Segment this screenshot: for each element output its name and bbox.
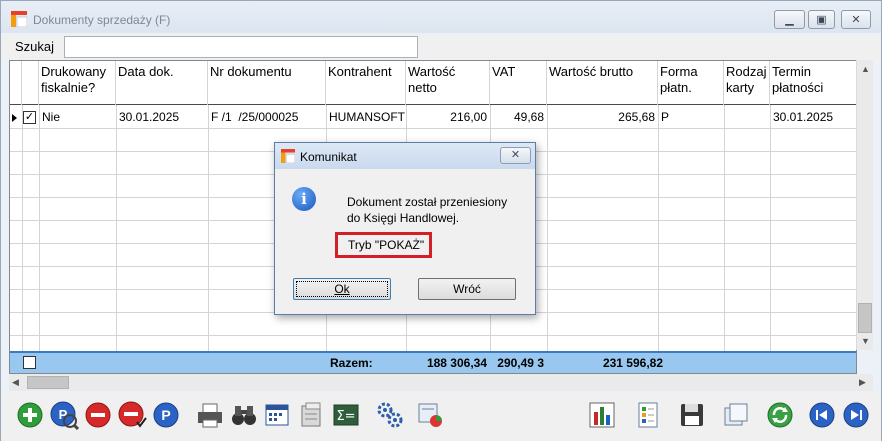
col-number[interactable]: Nr dokumentu [208, 61, 326, 105]
col-payment[interactable]: Forma płatn. [658, 61, 724, 105]
message-line-1: Dokument został przeniesiony [347, 195, 508, 209]
cell-contractor: HUMANSOFT [329, 110, 405, 124]
totals-label: Razem: [330, 356, 373, 370]
app-logo-icon [11, 11, 27, 27]
scroll-up-icon[interactable]: ▲ [861, 64, 870, 74]
cell-vat: 49,68 [513, 110, 544, 124]
search-input[interactable] [64, 36, 418, 58]
ok-button[interactable]: Ok [293, 278, 391, 300]
scroll-left-icon[interactable]: ◀ [12, 377, 19, 388]
binoculars-icon[interactable] [229, 400, 259, 430]
col-card[interactable]: Rodzaj karty [724, 61, 770, 105]
close-button[interactable]: ✕ [841, 10, 871, 29]
horizontal-scroll-thumb[interactable] [27, 376, 69, 389]
window-title: Dokumenty sprzedaży (F) [33, 13, 171, 27]
document-list-icon[interactable] [633, 400, 663, 430]
scroll-right-icon[interactable]: ▶ [859, 377, 866, 388]
add-icon[interactable] [15, 400, 45, 430]
maximize-icon: ▣ [816, 14, 827, 26]
minimize-button[interactable]: ▁ [774, 10, 805, 29]
vertical-scroll-thumb[interactable] [858, 303, 872, 333]
col-contractor[interactable]: Kontrahent [326, 61, 406, 105]
view-icon[interactable]: P [49, 400, 79, 430]
dialog-title: Komunikat [300, 150, 357, 164]
row-checkbox[interactable]: ✓ [23, 111, 36, 124]
col-select [22, 61, 39, 105]
bottom-toolbar: P P Σ= [1, 393, 881, 441]
cell-due: 30.01.2025 [773, 110, 834, 124]
cell-payment: P [661, 110, 670, 124]
horizontal-scrollbar[interactable]: ◀ ▶ [9, 374, 873, 391]
title-bar: Dokumenty sprzedaży (F) ▁ ▣ ✕ [1, 1, 881, 33]
dialog-close-button[interactable]: ✕ [500, 147, 531, 164]
chart-icon[interactable] [587, 400, 617, 430]
app-logo-icon [281, 149, 295, 163]
save-icon[interactable] [677, 400, 707, 430]
search-row: Szukaj [1, 34, 881, 60]
message-dialog: Komunikat ✕ i Dokument został przeniesio… [274, 142, 536, 315]
svg-text:P: P [161, 407, 170, 423]
refresh-icon[interactable] [765, 400, 795, 430]
calendar-filter-icon[interactable] [263, 400, 293, 430]
print-icon[interactable] [195, 400, 225, 430]
current-row-indicator [12, 114, 17, 122]
close-icon: ✕ [510, 149, 521, 161]
prev-icon[interactable] [807, 400, 837, 430]
col-date[interactable]: Data dok. [116, 61, 208, 105]
col-due[interactable]: Termin płatności [770, 61, 856, 105]
settings-gears-icon[interactable] [375, 400, 405, 430]
table-header: Drukowany fiskalnie? Data dok. Nr dokume… [10, 61, 856, 105]
col-vat[interactable]: VAT [490, 61, 547, 105]
col-net[interactable]: Wartość netto [406, 61, 490, 105]
select-all-checkbox[interactable] [23, 356, 36, 369]
parking-icon[interactable]: P [151, 400, 181, 430]
formula-icon[interactable]: Σ= [331, 400, 361, 430]
cell-number: F /1 /25/000025 [211, 110, 299, 124]
svg-text:Σ=: Σ= [336, 409, 355, 424]
dialog-message: Dokument został przeniesiony do Księgi H… [347, 194, 507, 226]
minimize-icon: ▁ [785, 14, 794, 26]
info-icon: i [292, 187, 316, 211]
maximize-button[interactable]: ▣ [808, 10, 835, 29]
col-gross[interactable]: Wartość brutto [547, 61, 658, 105]
copy-icon[interactable] [721, 400, 751, 430]
sales-documents-window: Dokumenty sprzedaży (F) ▁ ▣ ✕ Szukaj Dru… [0, 0, 882, 441]
cell-card [724, 107, 770, 128]
mode-label: Tryb "POKAŻ" [335, 232, 432, 258]
cell-net: 216,00 [450, 110, 487, 124]
close-icon: ✕ [851, 14, 861, 26]
search-label: Szukaj [15, 39, 55, 54]
total-gross: 231 596,82 [602, 356, 663, 370]
cell-printed: Nie [42, 110, 61, 124]
next-icon[interactable] [841, 400, 871, 430]
total-vat: 3 290,49 [497, 356, 544, 370]
total-net: 188 306,34 [426, 356, 487, 370]
export-icon[interactable] [415, 400, 445, 430]
delete-icon[interactable] [83, 400, 113, 430]
cancel-document-icon[interactable] [117, 400, 147, 430]
back-button[interactable]: Wróć [418, 278, 516, 300]
totals-row: Razem: 188 306,34 3 290,49 231 596,82 [10, 351, 856, 373]
col-printed[interactable]: Drukowany fiskalnie? [39, 61, 116, 105]
dialog-title-bar: Komunikat ✕ [275, 143, 535, 169]
vertical-scrollbar[interactable]: ▲ ▼ [856, 60, 873, 350]
cell-date: 30.01.2025 [119, 110, 180, 124]
cell-gross: 265,68 [618, 110, 655, 124]
col-indicator [10, 61, 22, 105]
message-line-2: do Księgi Handlowej. [347, 211, 460, 225]
archive-icon[interactable] [297, 400, 327, 430]
scroll-down-icon[interactable]: ▼ [861, 336, 870, 346]
